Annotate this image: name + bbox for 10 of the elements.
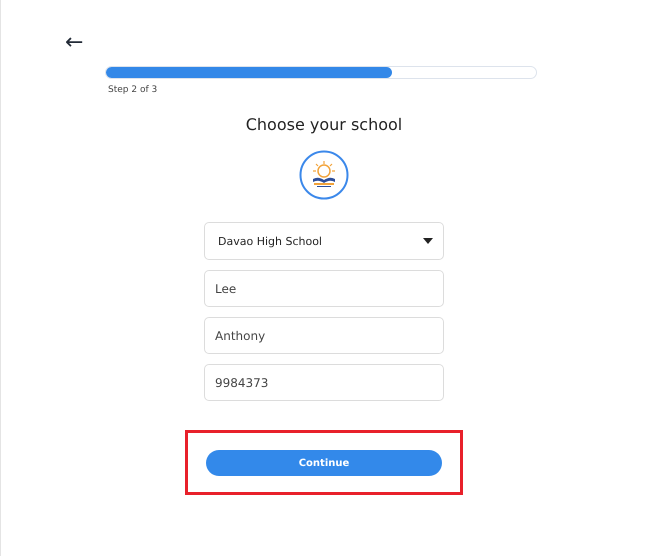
continue-button[interactable]: Continue	[206, 450, 442, 476]
caret-icon	[423, 238, 433, 244]
input-field[interactable]: 9984373	[204, 364, 444, 401]
input-field[interactable]: Anthony	[204, 317, 444, 354]
step-caption: Step 2 of 3	[108, 85, 158, 95]
school-select[interactable]: Davao High School	[204, 222, 444, 260]
input-field[interactable]: Lee	[204, 270, 444, 307]
page-title: Choose your school	[244, 115, 404, 134]
school-logo-icon	[299, 150, 349, 200]
back-button[interactable]: ←	[61, 28, 88, 58]
